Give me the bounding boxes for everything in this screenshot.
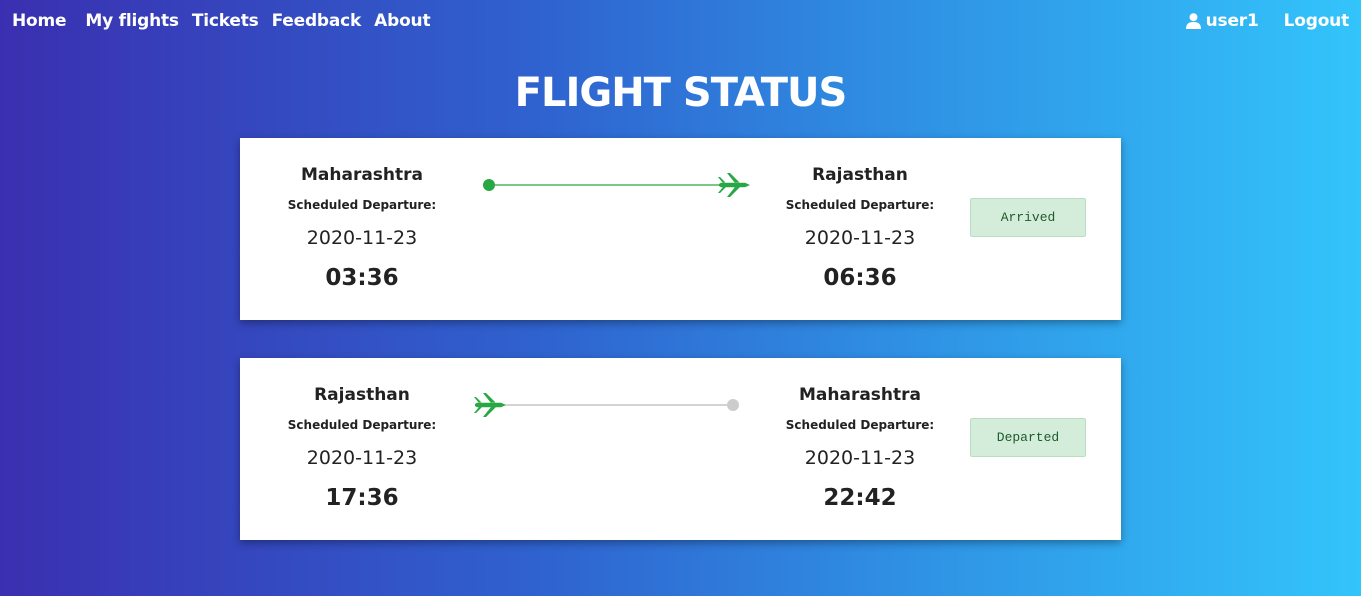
arrival-date: 2020-11-23 xyxy=(804,447,916,469)
departure-date: 2020-11-23 xyxy=(306,447,418,469)
nav-about-link[interactable]: About xyxy=(374,11,430,31)
flight-route-progress xyxy=(474,393,739,417)
arrival-date: 2020-11-23 xyxy=(804,227,916,249)
flight-route-progress xyxy=(483,173,750,197)
departure-time: 17:36 xyxy=(325,485,399,511)
nav-my-flights-link[interactable]: My flights xyxy=(85,11,179,31)
departure-date: 2020-11-23 xyxy=(306,227,418,249)
airplane-icon xyxy=(718,173,750,197)
departure-city: Maharashtra xyxy=(300,165,424,185)
scheduled-departure-label: Scheduled Departure: xyxy=(785,198,935,212)
status-badge: Arrived xyxy=(970,198,1086,237)
scheduled-departure-label: Scheduled Departure: xyxy=(287,418,437,432)
nav-account: user1 Logout xyxy=(1185,11,1350,31)
scheduled-departure-label: Scheduled Departure: xyxy=(785,418,935,432)
departure-time: 03:36 xyxy=(325,265,399,291)
airplane-icon xyxy=(474,393,506,417)
status-badge: Departed xyxy=(970,418,1086,457)
origin-dot xyxy=(483,179,495,191)
flight-card: Rajasthan Scheduled Departure: 2020-11-2… xyxy=(240,358,1121,540)
page-title: FLIGHT STATUS xyxy=(514,70,848,116)
nav-feedback-link[interactable]: Feedback xyxy=(272,11,362,31)
arrival-city: Maharashtra xyxy=(798,385,922,405)
nav-links: Home My flights Tickets Feedback About xyxy=(12,11,443,31)
logout-link[interactable]: Logout xyxy=(1284,11,1350,31)
departure-city: Rajasthan xyxy=(314,385,410,405)
nav-home-link[interactable]: Home xyxy=(12,11,67,31)
nav-tickets-link[interactable]: Tickets xyxy=(192,11,259,31)
username-label: user1 xyxy=(1205,11,1259,31)
scheduled-departure-label: Scheduled Departure: xyxy=(287,198,437,212)
user-menu-link[interactable]: user1 xyxy=(1185,11,1259,31)
top-navbar: Home My flights Tickets Feedback About u… xyxy=(0,0,1361,42)
destination-dot xyxy=(727,399,739,411)
flight-card: Maharashtra Scheduled Departure: 2020-11… xyxy=(240,138,1121,320)
arrival-time: 22:42 xyxy=(823,485,897,511)
user-icon xyxy=(1185,13,1201,29)
arrival-city: Rajasthan xyxy=(812,165,908,185)
arrival-time: 06:36 xyxy=(823,265,897,291)
